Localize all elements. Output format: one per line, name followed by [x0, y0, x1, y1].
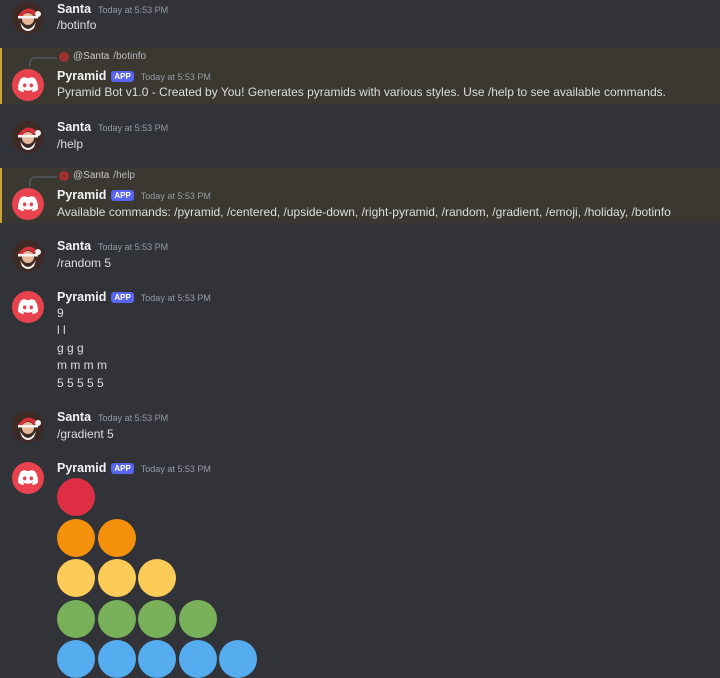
blue-circle-emoji [97, 640, 136, 678]
reply-username[interactable]: @Santa [73, 51, 109, 62]
message: Santa Today at 5:53 PM /random 5 [0, 237, 720, 283]
reply-reference[interactable]: @Santa /help [59, 170, 135, 181]
yellow-circle-emoji [57, 559, 95, 597]
username[interactable]: Santa [57, 120, 91, 134]
timestamp: Today at 5:53 PM [98, 123, 169, 133]
username[interactable]: Santa [57, 2, 91, 16]
reply-reference[interactable]: @Santa /botinfo [59, 51, 146, 62]
pyramid-avatar[interactable] [12, 291, 44, 323]
message-text: /gradient 5 [57, 427, 114, 441]
message: Santa Today at 5:53 PM /gradient 5 [0, 408, 720, 454]
reply-avatar [59, 170, 69, 181]
yellow-circle-emoji [138, 559, 176, 597]
message-text: Available commands: /pyramid, /centered,… [57, 205, 671, 219]
green-circle-emoji [57, 599, 95, 638]
message: Pyramid APP Today at 5:53 PM 9 l l g g g… [0, 288, 720, 398]
green-circle-emoji [138, 599, 176, 638]
pyramid-line: l l [57, 323, 66, 338]
reply-connector [29, 57, 57, 67]
orange-circle-emoji [57, 518, 95, 557]
santa-avatar[interactable] [12, 411, 44, 443]
message-text: Pyramid Bot v1.0 - Created by You! Gener… [57, 85, 666, 99]
timestamp: Today at 5:53 PM [98, 413, 169, 423]
timestamp: Today at 5:53 PM [140, 72, 211, 82]
message-text: /random 5 [57, 256, 112, 270]
message-text: /help [57, 137, 84, 151]
message: Pyramid APP Today at 5:53 PM [0, 459, 720, 678]
reply-username[interactable]: @Santa [73, 170, 109, 181]
pyramid-avatar[interactable] [12, 188, 44, 220]
timestamp: Today at 5:53 PM [98, 242, 169, 252]
green-circle-emoji [178, 599, 217, 638]
yellow-circle-emoji [97, 559, 136, 597]
blue-circle-emoji [57, 640, 95, 678]
reply-connector [29, 176, 57, 186]
app-badge: APP [111, 292, 134, 303]
pyramid-avatar[interactable] [12, 69, 44, 101]
username[interactable]: Pyramid [57, 290, 106, 304]
santa-avatar[interactable] [12, 121, 44, 153]
username[interactable]: Santa [57, 410, 91, 424]
red-circle-emoji [57, 478, 95, 516]
orange-circle-emoji [97, 518, 136, 557]
reply-command: /help [113, 170, 135, 181]
message: @Santa /botinfo Pyramid APP Today at 5:5… [0, 48, 720, 104]
timestamp: Today at 5:53 PM [140, 293, 211, 303]
app-badge: APP [111, 71, 134, 82]
pyramid-text-output: 9 l l g g g m m m m 5 5 5 5 5 [57, 305, 107, 392]
discord-logo-icon [18, 77, 38, 93]
message-text: /botinfo [57, 18, 97, 32]
santa-avatar[interactable] [12, 240, 44, 272]
username[interactable]: Pyramid [57, 69, 106, 83]
discord-logo-icon [18, 196, 38, 212]
blue-circle-emoji [178, 640, 217, 678]
gradient-pyramid [0, 459, 720, 678]
green-circle-emoji [97, 599, 136, 638]
message: @Santa /help Pyramid APP Today at 5:53 P… [0, 168, 720, 223]
pyramid-line: m m m m [57, 358, 107, 373]
pyramid-line: g g g [57, 340, 84, 355]
message: Santa Today at 5:53 PM /help [0, 118, 720, 164]
blue-circle-emoji [138, 640, 176, 678]
timestamp: Today at 5:53 PM [98, 5, 169, 15]
username[interactable]: Santa [57, 239, 91, 253]
pyramid-line: 5 5 5 5 5 [57, 375, 104, 390]
santa-avatar[interactable] [12, 2, 44, 34]
pyramid-line: 9 [57, 306, 64, 320]
blue-circle-emoji [219, 640, 257, 678]
app-badge: APP [111, 190, 134, 201]
message: Santa Today at 5:53 PM /botinfo [0, 0, 720, 46]
discord-logo-icon [18, 299, 38, 315]
reply-command: /botinfo [113, 51, 147, 62]
username[interactable]: Pyramid [57, 188, 106, 202]
timestamp: Today at 5:53 PM [140, 191, 211, 201]
reply-avatar [59, 51, 69, 62]
